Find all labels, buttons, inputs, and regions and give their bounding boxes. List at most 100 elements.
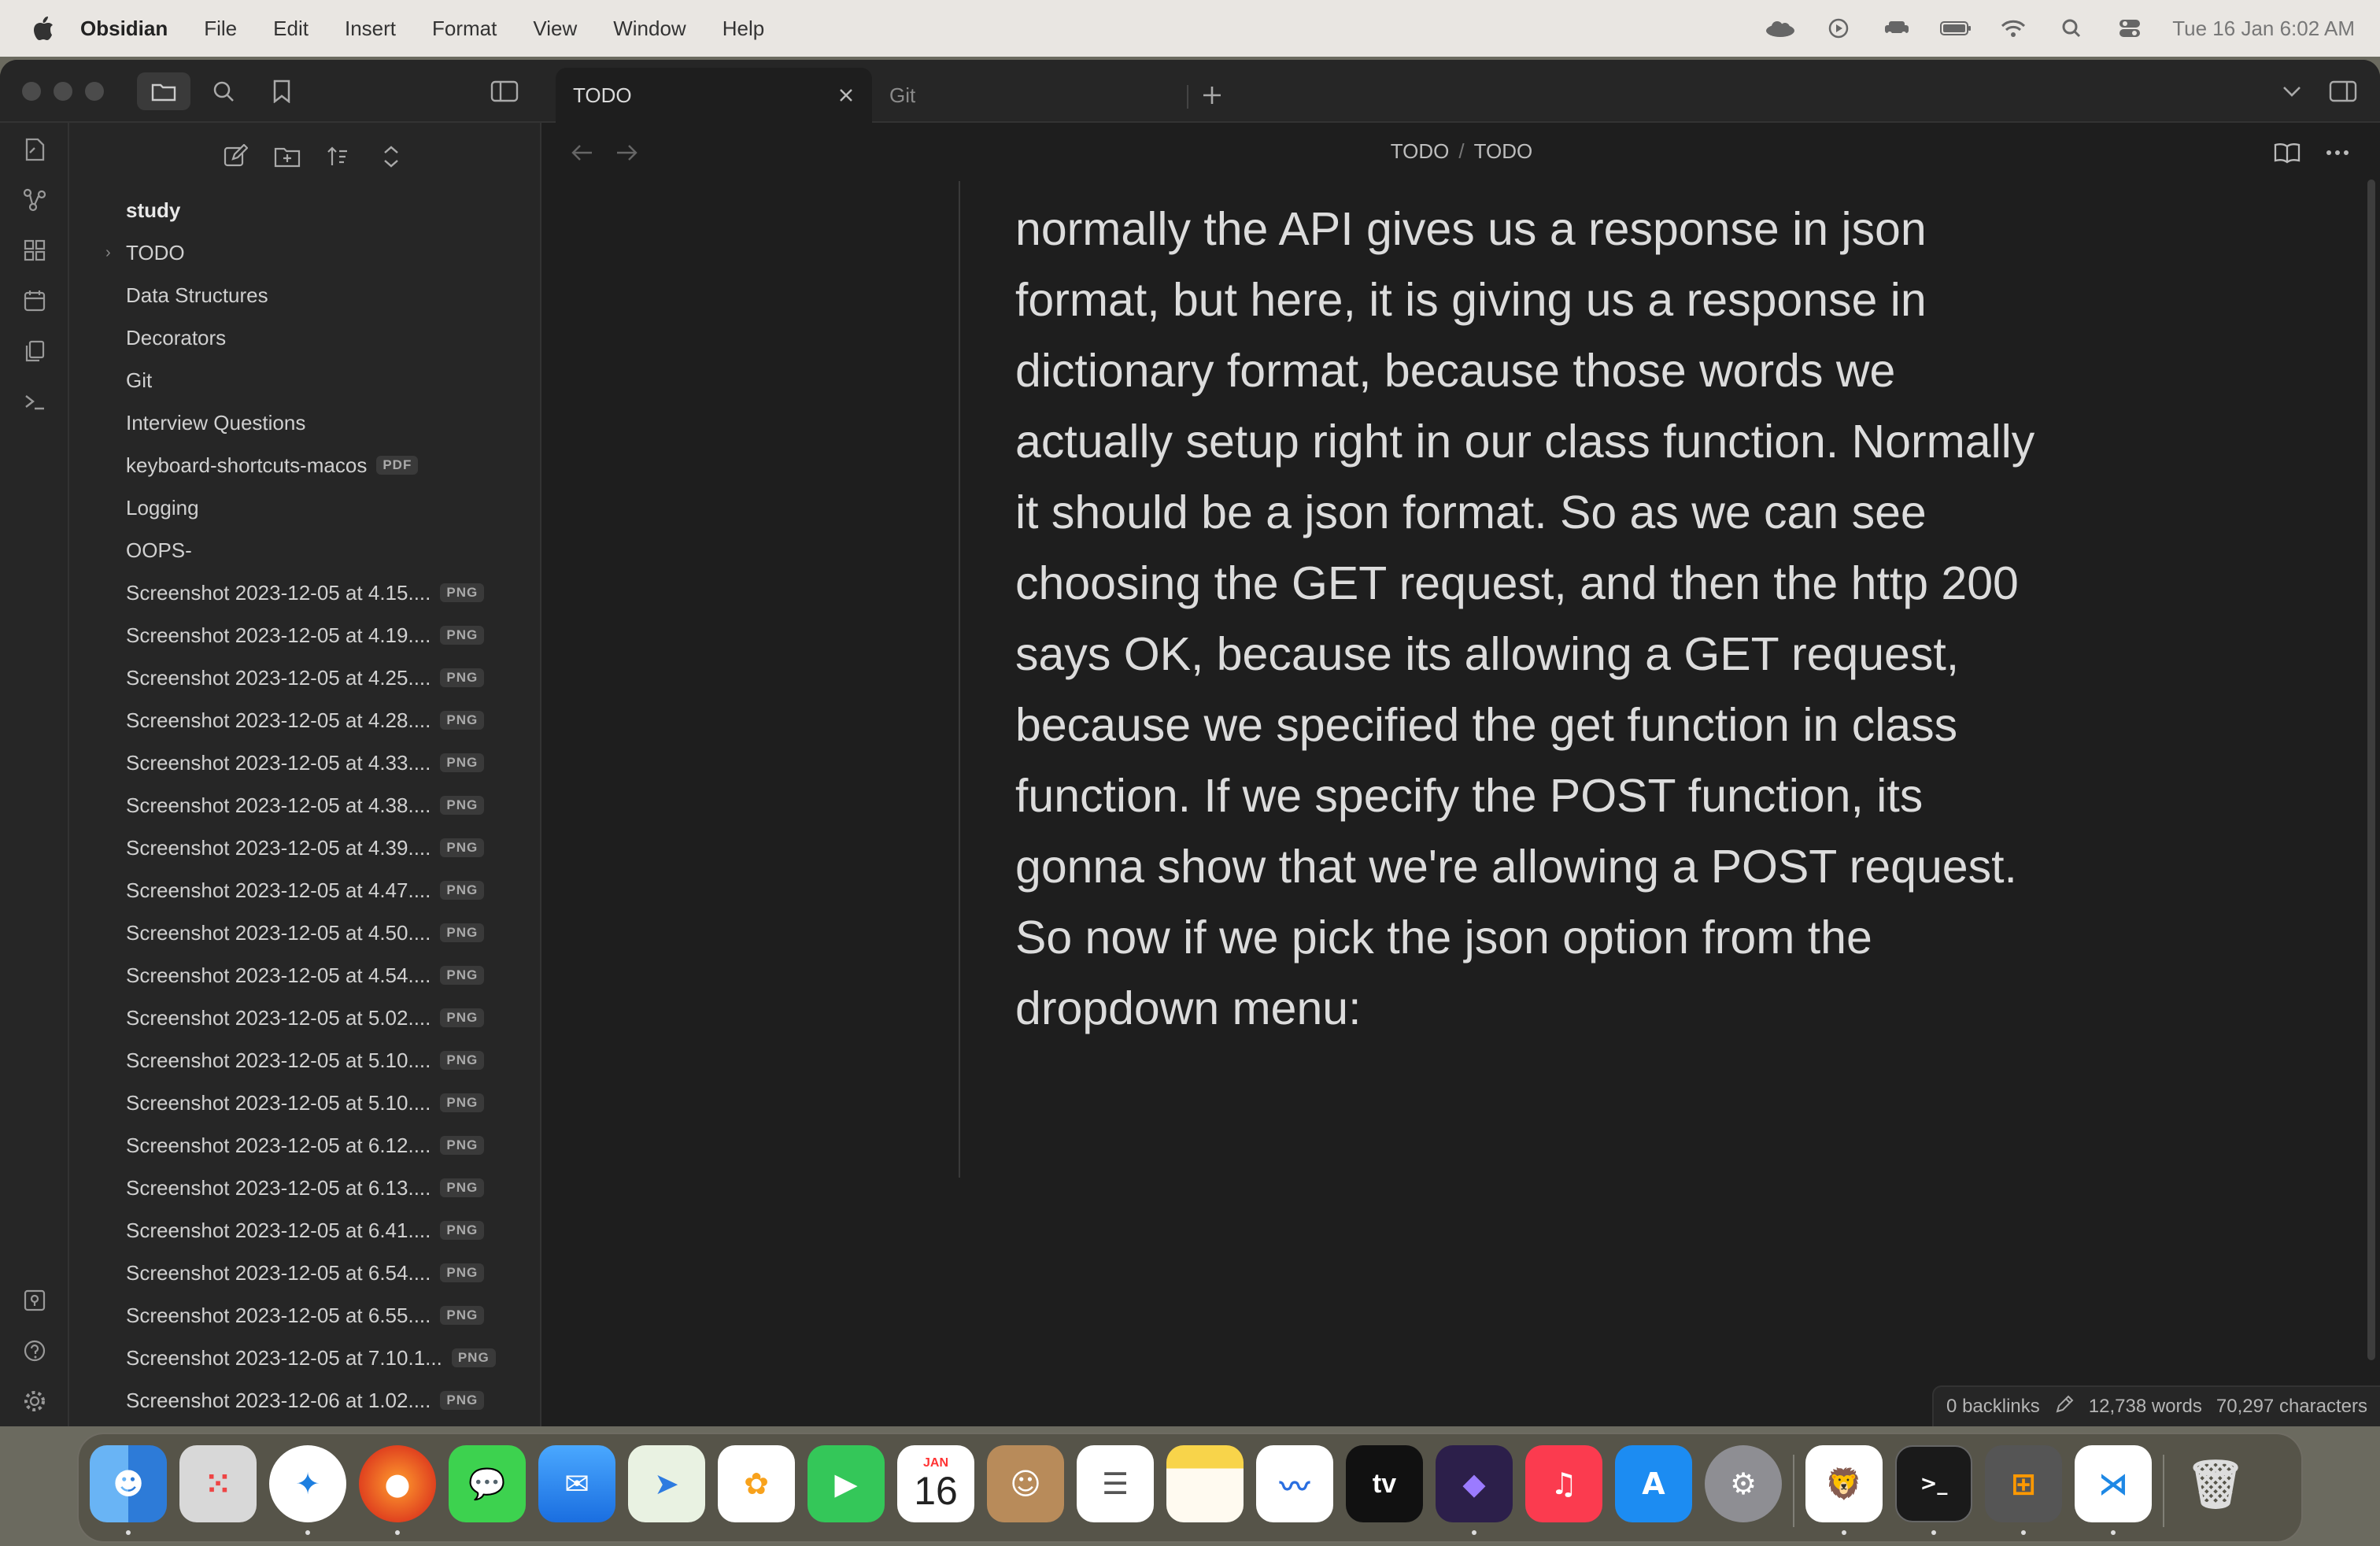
file-item[interactable]: Screenshot 2023-12-05 at 4.39.... PNG — [69, 827, 541, 869]
menu-edit[interactable]: Edit — [273, 17, 309, 41]
brave-icon[interactable]: 🦁 — [1805, 1445, 1883, 1522]
file-item[interactable]: Screenshot 2023-12-05 at 4.50.... PNG — [69, 912, 541, 954]
files-view-button[interactable] — [137, 72, 190, 110]
menu-format[interactable]: Format — [432, 17, 497, 41]
close-icon[interactable] — [834, 83, 858, 107]
help-button[interactable] — [19, 1335, 50, 1367]
file-item[interactable]: Screenshot 2023-12-05 at 4.28.... PNG — [69, 699, 541, 742]
zoom-window-button[interactable] — [85, 82, 104, 101]
play-circle-icon[interactable] — [1823, 17, 1854, 40]
canvas-button[interactable] — [19, 235, 50, 266]
breadcrumb-file[interactable]: TODO — [1474, 139, 1533, 164]
command-palette-button[interactable] — [19, 386, 50, 417]
file-item[interactable]: Screenshot 2023-12-05 at 5.10.... PNG — [69, 1082, 541, 1124]
vscode-icon[interactable]: ⋊ — [2075, 1445, 2152, 1522]
toggle-left-sidebar-button[interactable] — [488, 76, 521, 107]
file-item[interactable]: Screenshot 2023-12-05 at 6.12.... PNG — [69, 1124, 541, 1167]
mail-icon[interactable]: ✉ — [538, 1445, 615, 1522]
note-content[interactable]: normally the API gives us a response in … — [1015, 194, 2038, 1044]
pencil-icon[interactable] — [2054, 1394, 2075, 1420]
facetime-icon[interactable]: ▶ — [808, 1445, 885, 1522]
app-store-icon[interactable]: A — [1615, 1445, 1692, 1522]
file-item[interactable]: Data Structures — [69, 274, 541, 316]
new-note-button[interactable] — [219, 140, 252, 173]
file-item[interactable]: Screenshot 2023-12-05 at 4.54.... PNG — [69, 954, 541, 997]
file-item[interactable]: Screenshot 2023-12-05 at 5.02.... PNG — [69, 997, 541, 1039]
file-item[interactable]: Screenshot 2023-12-05 at 4.15.... PNG — [69, 571, 541, 614]
menu-view[interactable]: View — [533, 17, 577, 41]
search-view-button[interactable] — [208, 76, 239, 107]
safari-icon[interactable]: ✦ — [269, 1445, 346, 1522]
tv-icon[interactable]: tv — [1346, 1445, 1423, 1522]
messages-icon[interactable]: 💬 — [449, 1445, 526, 1522]
contacts-icon[interactable]: ☺ — [987, 1445, 1064, 1522]
tab-todo[interactable]: TODO — [556, 68, 872, 123]
finder-icon[interactable]: ☻ — [90, 1445, 167, 1522]
collapse-all-button[interactable] — [375, 140, 408, 173]
templates-button[interactable] — [19, 335, 50, 367]
file-item[interactable]: Screenshot 2023-12-05 at 4.47.... PNG — [69, 869, 541, 912]
file-item[interactable]: OOPS- — [69, 529, 541, 571]
notes-icon[interactable] — [1166, 1445, 1244, 1522]
quick-switcher-button[interactable] — [19, 134, 50, 165]
calendar-icon[interactable]: JAN 16 — [897, 1445, 974, 1522]
vault-switcher-button[interactable] — [19, 1285, 50, 1316]
note-paragraph[interactable]: So now if we pick the json option from t… — [1015, 902, 2038, 1044]
maps-icon[interactable]: ➤ — [628, 1445, 705, 1522]
scrollbar-thumb[interactable] — [2367, 179, 2375, 1360]
trash-icon[interactable]: 🗑 — [2177, 1445, 2254, 1522]
freeform-icon[interactable]: 〰 — [1256, 1445, 1333, 1522]
reminders-icon[interactable]: ☰ — [1077, 1445, 1154, 1522]
file-item[interactable]: Screenshot 2023-12-05 at 6.13.... PNG — [69, 1167, 541, 1209]
reading-view-button[interactable] — [2271, 137, 2303, 168]
folder-item[interactable]: › TODO — [69, 231, 541, 274]
daily-note-button[interactable] — [19, 285, 50, 316]
file-item[interactable]: Screenshot 2023-12-05 at 6.41.... PNG — [69, 1209, 541, 1252]
editor-scrollbar[interactable] — [2356, 179, 2380, 1426]
control-center-icon[interactable] — [2114, 17, 2145, 40]
new-folder-button[interactable] — [271, 140, 304, 173]
toggle-right-sidebar-button[interactable] — [2326, 76, 2360, 107]
file-item[interactable]: Interview Questions — [69, 401, 541, 444]
minimize-window-button[interactable] — [54, 82, 72, 101]
calculator-icon[interactable]: ⊞ — [1985, 1445, 2062, 1522]
file-item[interactable]: Screenshot 2023-12-05 at 4.33.... PNG — [69, 742, 541, 784]
terminal-icon[interactable]: >_ — [1895, 1445, 1972, 1522]
firefox-icon[interactable]: ● — [359, 1445, 436, 1522]
menu-app-name[interactable]: Obsidian — [80, 17, 168, 41]
file-item[interactable]: Git — [69, 359, 541, 401]
file-item[interactable]: Screenshot 2023-12-05 at 6.54.... PNG — [69, 1252, 541, 1294]
file-item[interactable]: Logging — [69, 486, 541, 529]
graph-view-button[interactable] — [19, 184, 50, 216]
sort-button[interactable] — [323, 140, 356, 173]
note-paragraph[interactable]: normally the API gives us a response in … — [1015, 194, 2038, 902]
system-settings-icon[interactable]: ⚙ — [1705, 1445, 1782, 1522]
file-item[interactable]: Decorators — [69, 316, 541, 359]
file-item[interactable]: Screenshot 2023-12-05 at 4.19.... PNG — [69, 614, 541, 656]
file-item[interactable]: Screenshot 2023-12-05 at 4.38.... PNG — [69, 784, 541, 827]
menu-file[interactable]: File — [204, 17, 237, 41]
search-icon[interactable] — [2056, 17, 2087, 40]
car-icon[interactable] — [1881, 17, 1913, 40]
wifi-icon[interactable] — [1998, 17, 2029, 40]
chevron-right-icon[interactable]: › — [105, 244, 121, 262]
obsidian-icon[interactable]: ◆ — [1436, 1445, 1513, 1522]
battery-icon[interactable] — [1939, 17, 1972, 40]
file-item[interactable]: Screenshot 2023-12-05 at 6.55.... PNG — [69, 1294, 541, 1337]
tab-git[interactable]: Git — [872, 68, 1188, 123]
menu-window[interactable]: Window — [613, 17, 686, 41]
file-item[interactable]: keyboard-shortcuts-macos PDF — [69, 444, 541, 486]
breadcrumb-folder[interactable]: TODO — [1391, 139, 1450, 164]
backlinks-count[interactable]: 0 backlinks — [1946, 1396, 2040, 1418]
more-options-button[interactable] — [2322, 137, 2353, 168]
menu-help[interactable]: Help — [722, 17, 764, 41]
music-icon[interactable]: ♫ — [1525, 1445, 1602, 1522]
file-item[interactable]: Screenshot 2023-12-05 at 4.25.... PNG — [69, 656, 541, 699]
file-item[interactable]: Screenshot 2023-12-05 at 5.10.... PNG — [69, 1039, 541, 1082]
menu-insert[interactable]: Insert — [345, 17, 396, 41]
new-tab-button[interactable] — [1188, 68, 1236, 123]
bookmarks-view-button[interactable] — [266, 76, 298, 107]
cloud-icon[interactable] — [1765, 17, 1796, 40]
apple-icon[interactable] — [30, 15, 57, 42]
menu-clock[interactable]: Tue 16 Jan 6:02 AM — [2172, 17, 2355, 41]
